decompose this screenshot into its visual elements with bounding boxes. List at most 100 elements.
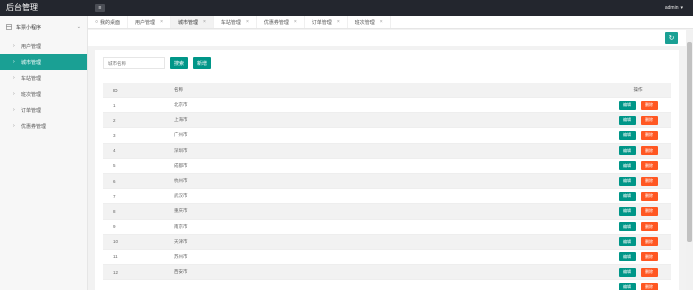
- cell-name: 成都市: [174, 162, 188, 168]
- sidebar-item[interactable]: › 车站管理: [0, 70, 87, 86]
- edit-button[interactable]: 编辑: [618, 237, 636, 247]
- cell-name: 北京市: [174, 102, 188, 108]
- sidebar-item[interactable]: › 城市管理: [0, 54, 87, 70]
- add-button[interactable]: 新增: [193, 57, 212, 69]
- tab[interactable]: 城市管理 ×: [170, 16, 214, 28]
- delete-button[interactable]: 删除: [640, 176, 658, 186]
- chevron-right-icon: ›: [13, 91, 15, 97]
- cell-id: 5: [113, 163, 116, 169]
- cell-ops: 编辑 删除: [605, 130, 671, 140]
- delete-button[interactable]: 删除: [640, 222, 658, 232]
- close-icon[interactable]: ×: [246, 19, 249, 25]
- scrollbar-thumb[interactable]: [687, 42, 692, 242]
- edit-button[interactable]: 编辑: [618, 191, 636, 201]
- cell-ops: 编辑 删除: [605, 146, 671, 156]
- chevron-right-icon: ›: [13, 107, 15, 113]
- table-row: 12 西安市 编辑 删除: [103, 265, 671, 281]
- tab-label: 我的桌面: [100, 19, 121, 26]
- tab-home[interactable]: ○ 我的桌面: [88, 16, 129, 28]
- cell-id: 3: [113, 132, 116, 138]
- sidebar: 车票小程序 ⌄ › 用户管理 › 城市管理 › 车站管理 › 班次管理 › 订单管理 › 优惠券管理: [0, 16, 88, 290]
- table-row: 编辑 删除: [103, 280, 671, 290]
- delete-button[interactable]: 删除: [640, 237, 658, 247]
- edit-button[interactable]: 编辑: [618, 176, 636, 186]
- edit-button[interactable]: 编辑: [618, 267, 636, 277]
- sidebar-item[interactable]: › 订单管理: [0, 102, 87, 118]
- delete-button[interactable]: 删除: [640, 191, 658, 201]
- city-table: ID 名称 操作 1 北京市 编辑 删除 2 上海市 编辑 删除 3 广州市 编辑 删除 4 深圳市 编辑删…: [103, 83, 671, 290]
- delete-button[interactable]: 删除: [640, 146, 658, 156]
- app-grid-icon: [6, 24, 12, 30]
- cell-ops: 编辑 删除: [605, 161, 671, 171]
- table-row: 10 天津市 编辑 删除: [103, 234, 671, 250]
- cell-ops: 编辑 删除: [605, 237, 671, 247]
- city-search-input[interactable]: [103, 57, 165, 69]
- table-row: 7 武汉市 编辑 删除: [103, 189, 671, 205]
- refresh-icon[interactable]: ↻: [665, 32, 678, 44]
- search-button[interactable]: 搜索: [170, 57, 189, 69]
- tab[interactable]: 优惠券管理 ×: [257, 16, 305, 28]
- menu-toggle-icon[interactable]: ≡: [95, 4, 105, 12]
- user-menu[interactable]: admin ▾: [665, 5, 683, 11]
- edit-button[interactable]: 编辑: [618, 222, 636, 232]
- cell-name: 深圳市: [174, 147, 188, 153]
- delete-button[interactable]: 删除: [640, 206, 658, 216]
- cell-id: 9: [113, 224, 116, 230]
- tab[interactable]: 班次管理 ×: [348, 16, 391, 28]
- table-row: 2 上海市 编辑 删除: [103, 113, 671, 129]
- cell-ops: 编辑 删除: [605, 222, 671, 232]
- cell-id: 12: [113, 269, 119, 275]
- tab[interactable]: 订单管理 ×: [305, 16, 348, 28]
- edit-button[interactable]: 编辑: [618, 115, 636, 125]
- sidebar-item[interactable]: › 用户管理: [0, 38, 87, 54]
- tab-label: 用户管理: [135, 19, 156, 26]
- edit-button[interactable]: 编辑: [618, 161, 636, 171]
- cell-name: 西安市: [174, 269, 188, 275]
- close-icon[interactable]: ×: [160, 19, 163, 25]
- sidebar-group-miniprogram[interactable]: 车票小程序 ⌄: [0, 16, 87, 38]
- cell-id: 1: [113, 102, 116, 108]
- close-icon[interactable]: ×: [337, 19, 340, 25]
- close-icon[interactable]: ×: [203, 19, 206, 25]
- chevron-right-icon: ›: [13, 75, 15, 81]
- edit-button[interactable]: 编辑: [618, 282, 636, 290]
- cell-ops: 编辑 删除: [605, 176, 671, 186]
- user-name: admin: [664, 5, 679, 11]
- edit-button[interactable]: 编辑: [618, 206, 636, 216]
- sidebar-item[interactable]: › 班次管理: [0, 86, 87, 102]
- delete-button[interactable]: 删除: [640, 130, 658, 140]
- sidebar-item-label: 班次管理: [21, 91, 42, 98]
- main-panel: 搜索 新增 ID 名称 操作 1北京市编辑删除2上海市编辑删除3广州市编辑删除4…: [95, 50, 679, 290]
- edit-button[interactable]: 编辑: [618, 252, 636, 262]
- table-row: 8 重庆市 编辑 删除: [103, 204, 671, 220]
- tab[interactable]: 用户管理 ×: [128, 16, 171, 28]
- tab-label: 车站管理: [220, 19, 241, 26]
- cell-ops: 编辑 删除: [605, 100, 671, 110]
- table-row: 11 苏州市 编辑 删除: [103, 250, 671, 266]
- cell-ops: 编辑 删除: [605, 191, 671, 201]
- edit-button[interactable]: 编辑: [618, 100, 636, 110]
- cell-id: 7: [113, 193, 116, 199]
- delete-button[interactable]: 删除: [640, 115, 658, 125]
- sidebar-group-label: 车票小程序: [16, 24, 42, 31]
- sidebar-item[interactable]: › 优惠券管理: [0, 118, 87, 134]
- table-row: 1 北京市 编辑 删除: [103, 98, 671, 114]
- tab[interactable]: 车站管理 ×: [214, 16, 257, 28]
- cell-id: 2: [113, 117, 116, 123]
- top-header: 后台管理 ≡ admin ▾: [0, 0, 693, 16]
- page-scrollbar[interactable]: [686, 30, 693, 290]
- delete-button[interactable]: 删除: [640, 267, 658, 277]
- close-icon[interactable]: ×: [380, 19, 383, 25]
- table-row: 4 深圳市 编辑 删除: [103, 143, 671, 159]
- close-icon[interactable]: ×: [294, 19, 297, 25]
- sidebar-item-label: 城市管理: [21, 59, 42, 66]
- edit-button[interactable]: 编辑: [618, 130, 636, 140]
- table-row: 5 成都市 编辑 删除: [103, 159, 671, 174]
- cell-id: 6: [113, 178, 116, 184]
- cell-ops: 编辑 删除: [605, 115, 671, 125]
- edit-button[interactable]: 编辑: [618, 146, 636, 156]
- delete-button[interactable]: 删除: [640, 100, 658, 110]
- delete-button[interactable]: 删除: [640, 252, 658, 262]
- delete-button[interactable]: 删除: [640, 161, 658, 171]
- delete-button[interactable]: 删除: [640, 282, 658, 290]
